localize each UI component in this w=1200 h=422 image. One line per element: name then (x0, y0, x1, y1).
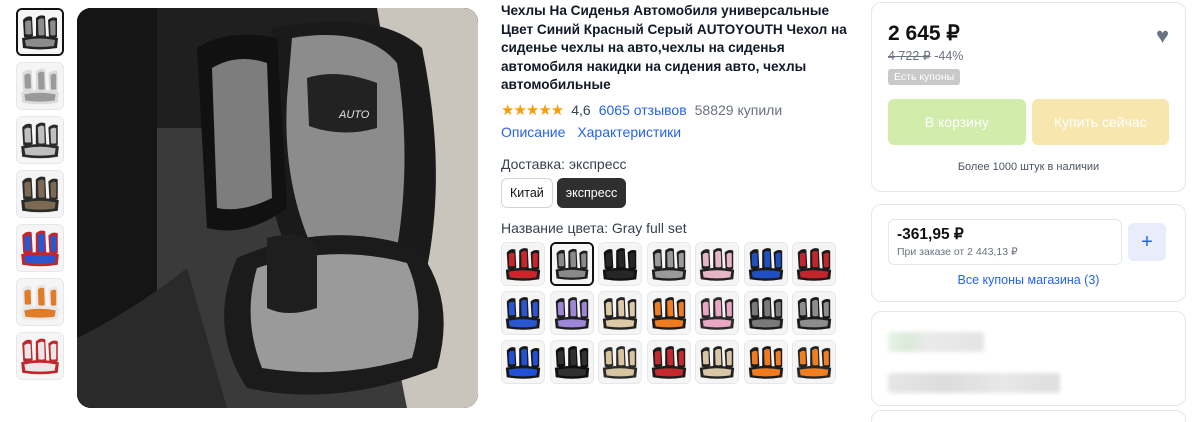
color-swatch[interactable] (646, 290, 691, 335)
rating-row: ★★★★★ 4,6 6065 отзывов 58829 купили (501, 101, 851, 119)
blurred-seller-name (888, 332, 984, 352)
thumbnail[interactable] (16, 224, 64, 272)
sold-count: 58829 купили (694, 101, 783, 118)
delivery-option-china[interactable]: Китай (501, 177, 553, 208)
buy-box: 2 645 ₽ 4 722 ₽ -44% Есть купоны ♥ В кор… (871, 2, 1186, 192)
color-swatch[interactable] (743, 339, 788, 384)
color-swatch[interactable] (646, 339, 691, 384)
coupon-amount: -361,95 ₽ (897, 226, 964, 243)
thumbnail[interactable] (16, 62, 64, 110)
info-links: Описание Характеристики (501, 124, 851, 140)
thumbnail[interactable] (16, 8, 64, 56)
star-rating-icon: ★★★★★ (501, 101, 564, 119)
product-title: Чехлы На Сиденья Автомобиля универсальны… (501, 3, 847, 93)
product-info: Чехлы На Сиденья Автомобиля универсальны… (501, 0, 851, 384)
color-swatch[interactable] (792, 241, 836, 286)
old-price: 4 722 ₽ (888, 49, 931, 63)
reviews-link[interactable]: 6065 отзывов (599, 102, 687, 118)
color-swatch-grid (501, 241, 851, 384)
old-price-row: 4 722 ₽ -44% (888, 48, 1169, 63)
heart-icon[interactable]: ♥ (1156, 23, 1169, 49)
color-swatch[interactable] (598, 241, 642, 286)
thumbnail[interactable] (16, 116, 64, 164)
color-swatch[interactable] (743, 290, 788, 335)
plus-icon: + (1141, 230, 1153, 253)
action-buttons: В корзину Купить сейчас (888, 99, 1169, 145)
discount-badge: -44% (934, 49, 964, 63)
coupon-panel: -361,95 ₽ При заказе от 2 443,13 ₽ + Все… (871, 204, 1186, 302)
store-coupons-link[interactable]: Все купоны магазина (3) (888, 273, 1169, 287)
add-to-cart-button[interactable]: В корзину (888, 99, 1026, 145)
svg-text:AUTO: AUTO (338, 109, 370, 121)
color-swatch[interactable] (792, 290, 836, 335)
color-swatch[interactable] (646, 241, 691, 286)
color-swatch[interactable] (695, 339, 739, 384)
color-swatch[interactable] (549, 339, 594, 384)
color-swatch[interactable] (501, 290, 545, 335)
color-swatch[interactable] (743, 241, 788, 286)
stock-status: Более 1000 штук в наличии (957, 161, 1100, 173)
delivery-option-express[interactable]: экспресс (556, 177, 627, 208)
color-swatch[interactable] (549, 290, 594, 335)
color-swatch[interactable] (792, 339, 836, 384)
specs-link[interactable]: Характеристики (577, 124, 681, 140)
extra-panel (871, 410, 1186, 422)
coupon-box: -361,95 ₽ При заказе от 2 443,13 ₽ (888, 219, 1122, 265)
thumbnail-list (16, 8, 68, 386)
price: 2 645 ₽ (888, 22, 960, 45)
thumbnail[interactable] (16, 170, 64, 218)
seller-panel (871, 311, 1186, 406)
color-swatch[interactable] (549, 241, 594, 286)
color-swatch[interactable] (501, 241, 545, 286)
delivery-label: Доставка: экспресс (501, 155, 627, 172)
coupon-condition: При заказе от 2 443,13 ₽ (897, 246, 1018, 258)
color-swatch[interactable] (501, 339, 545, 384)
color-label: Название цвета: Gray full set (501, 219, 687, 236)
buy-now-button[interactable]: Купить сейчас (1031, 99, 1169, 145)
coupon-tag: Есть купоны (888, 69, 961, 85)
delivery-options: Китай экспресс (501, 177, 851, 208)
thumbnail[interactable] (16, 332, 64, 380)
main-product-image[interactable]: AUTO (77, 8, 478, 408)
add-coupon-button[interactable]: + (1128, 223, 1166, 261)
rating-value: 4,6 (571, 101, 591, 118)
color-swatch[interactable] (695, 290, 739, 335)
color-swatch[interactable] (598, 339, 642, 384)
blurred-seller-info (888, 373, 1060, 393)
thumbnail[interactable] (16, 278, 64, 326)
description-link[interactable]: Описание (501, 124, 565, 140)
color-swatch[interactable] (598, 290, 642, 335)
color-swatch[interactable] (695, 241, 739, 286)
